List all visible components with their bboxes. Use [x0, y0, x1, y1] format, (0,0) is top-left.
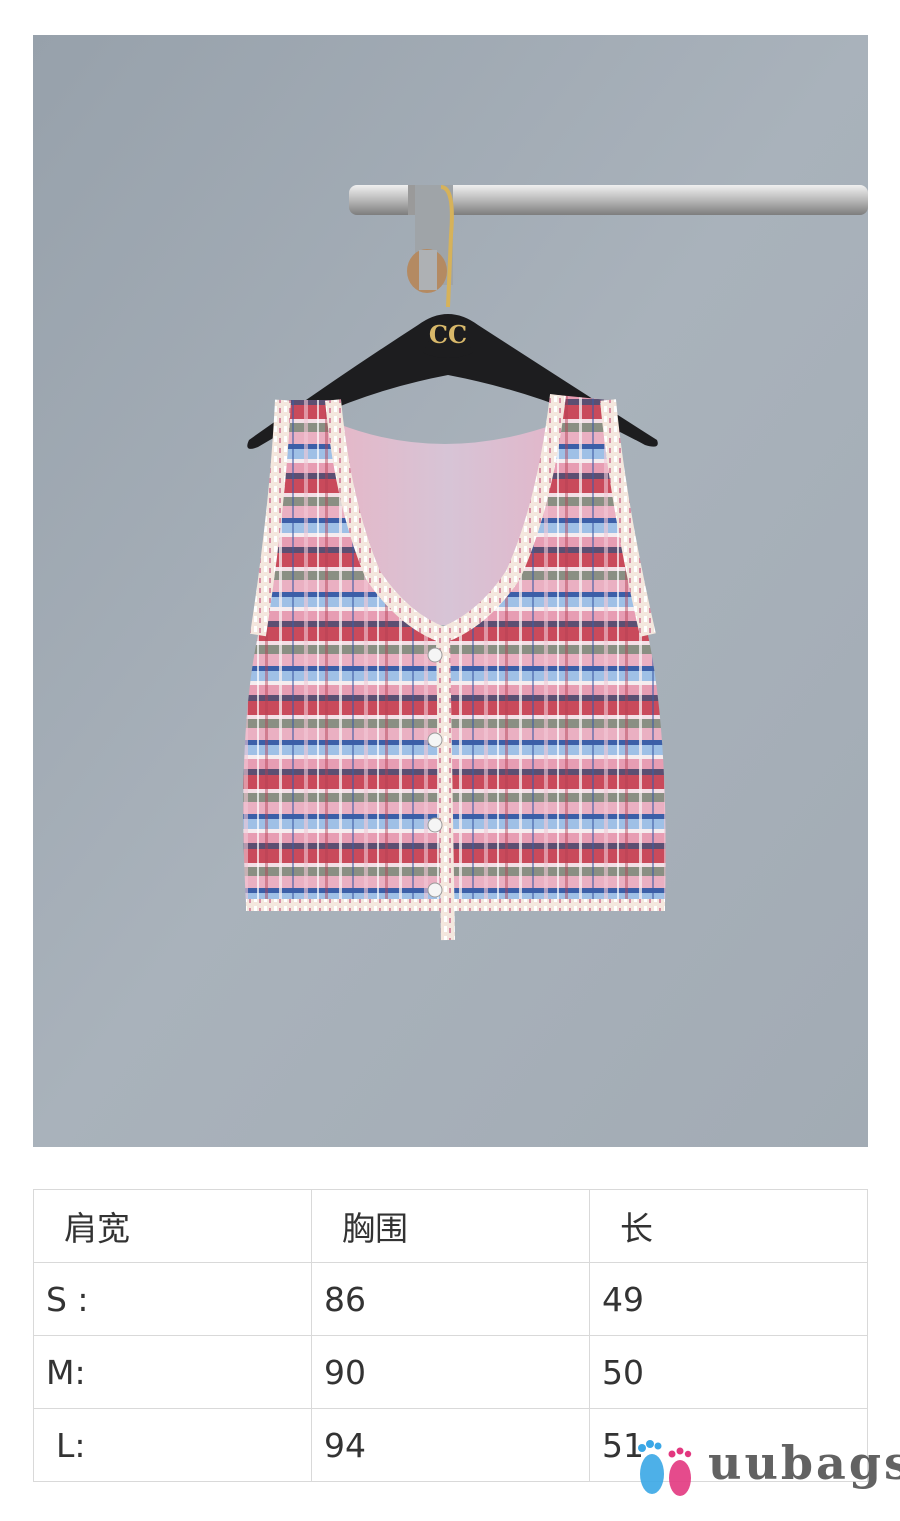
watermark: uubags [628, 1430, 900, 1506]
table-row: M: 90 50 [33, 1335, 868, 1409]
vest-button [427, 732, 443, 748]
watermark-text: uubags [708, 1436, 900, 1490]
bust-value: 94 [311, 1408, 590, 1482]
length-value: 49 [589, 1262, 868, 1336]
header-bust: 胸围 [311, 1189, 590, 1263]
vest-button [427, 882, 443, 898]
hanger-logo: CC [429, 320, 467, 349]
product-photo: CC [33, 35, 868, 1147]
bust-value: 86 [311, 1262, 590, 1336]
footprints-icon [638, 1440, 692, 1496]
size-label: S : [33, 1262, 312, 1336]
size-label: M: [33, 1335, 312, 1409]
table-header-row: 肩宽 胸围 长 [33, 1189, 868, 1263]
header-length: 长 [589, 1189, 868, 1263]
vest-button [427, 647, 443, 663]
header-shoulder-width: 肩宽 [33, 1189, 312, 1263]
bust-value: 90 [311, 1335, 590, 1409]
table-row: S : 86 49 [33, 1262, 868, 1336]
vest-button [427, 817, 443, 833]
size-label: L: [33, 1408, 312, 1482]
length-value: 50 [589, 1335, 868, 1409]
